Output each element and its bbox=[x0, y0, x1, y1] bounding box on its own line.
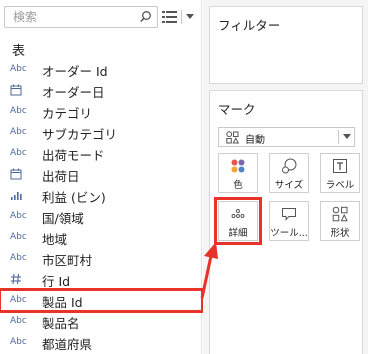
string-type-icon: Abc bbox=[10, 337, 27, 347]
toolbar-separator bbox=[181, 10, 182, 24]
string-type-icon: Abc bbox=[10, 232, 27, 242]
field-list: Abc オーダー Id オーダー日 Abc カテゴリ Abc サブカテゴリ Ab… bbox=[0, 59, 204, 353]
calendar-icon bbox=[10, 84, 34, 97]
text-label-icon bbox=[333, 159, 347, 173]
search-box[interactable] bbox=[4, 6, 158, 28]
mark-type-select[interactable]: 自動 bbox=[218, 127, 355, 147]
field-item[interactable]: オーダー日 bbox=[0, 80, 202, 101]
shape-button[interactable]: 形状 bbox=[320, 201, 360, 241]
field-label: 都道府県 bbox=[42, 337, 93, 352]
mark-type-label: 自動 bbox=[245, 135, 265, 146]
string-type-icon: Abc bbox=[10, 316, 27, 326]
string-type-icon: Abc bbox=[10, 295, 27, 305]
field-label: 市区町村 bbox=[42, 253, 93, 268]
search-row bbox=[4, 6, 198, 28]
string-type-icon: Abc bbox=[10, 106, 27, 116]
string-type-icon: Abc bbox=[10, 127, 27, 137]
tooltip-button-label: ツール... bbox=[270, 228, 308, 239]
field-label: オーダー日 bbox=[42, 85, 105, 100]
string-type-icon: Abc bbox=[10, 64, 27, 74]
field-label: 出荷日 bbox=[42, 169, 80, 184]
color-button[interactable]: 色 bbox=[218, 153, 258, 193]
detail-dots-icon bbox=[231, 209, 245, 218]
label-button[interactable]: ラベル bbox=[320, 153, 360, 193]
field-item[interactable]: Abc 市区町村 bbox=[0, 248, 202, 269]
table-section-title: 表 bbox=[12, 44, 26, 59]
cards-pane: フィルター マーク 自動 色 サイズ ラベル 詳細 ツール... 形状 bbox=[203, 0, 368, 354]
tooltip-bubble-icon bbox=[282, 208, 296, 221]
marks-card-title: マーク bbox=[218, 102, 256, 117]
field-item[interactable]: Abc オーダー Id bbox=[0, 59, 202, 80]
list-view-icon[interactable] bbox=[162, 10, 178, 24]
search-input[interactable] bbox=[13, 9, 133, 25]
field-label: 利益 (ビン) bbox=[42, 190, 106, 205]
field-item[interactable]: Abc 出荷モード bbox=[0, 143, 202, 164]
size-button[interactable]: サイズ bbox=[269, 153, 309, 193]
data-pane: 表 Abc オーダー Id オーダー日 Abc カテゴリ Abc サブカテゴリ … bbox=[0, 0, 204, 354]
field-item[interactable]: 利益 (ビン) bbox=[0, 185, 202, 206]
bin-histogram-icon bbox=[10, 189, 34, 202]
field-item-highlighted[interactable]: Abc 製品 Id bbox=[0, 288, 204, 313]
field-item[interactable]: Abc サブカテゴリ bbox=[0, 122, 202, 143]
shapes-icon bbox=[332, 206, 348, 222]
select-separator bbox=[338, 130, 339, 144]
filters-card[interactable]: フィルター bbox=[209, 6, 363, 84]
string-type-icon: Abc bbox=[10, 211, 27, 221]
color-button-label: 色 bbox=[233, 180, 243, 191]
field-label: サブカテゴリ bbox=[42, 127, 118, 142]
field-label: 製品 Id bbox=[42, 295, 83, 310]
field-label: 国/領域 bbox=[42, 211, 84, 226]
field-item[interactable]: 出荷日 bbox=[0, 164, 202, 185]
chevron-down-icon bbox=[343, 134, 351, 139]
field-item[interactable]: Abc 都道府県 bbox=[0, 332, 202, 353]
calendar-icon bbox=[10, 168, 34, 181]
string-type-icon: Abc bbox=[10, 148, 27, 158]
field-label: 出荷モード bbox=[42, 148, 105, 163]
field-item[interactable]: Abc 地域 bbox=[0, 227, 202, 248]
field-label: 製品名 bbox=[42, 316, 80, 331]
field-item[interactable]: 行 Id bbox=[0, 269, 202, 290]
label-button-label: ラベル bbox=[325, 180, 355, 191]
shape-button-label: 形状 bbox=[330, 228, 350, 239]
size-button-label: サイズ bbox=[274, 180, 304, 191]
color-palette-icon bbox=[231, 159, 245, 173]
field-label: 行 Id bbox=[42, 274, 71, 289]
hash-icon bbox=[10, 273, 34, 286]
field-item[interactable]: Abc 製品名 bbox=[0, 311, 202, 332]
size-circles-icon bbox=[282, 158, 297, 174]
field-item[interactable]: Abc 国/領域 bbox=[0, 206, 202, 227]
tooltip-button[interactable]: ツール... bbox=[269, 201, 309, 241]
marks-card: マーク 自動 色 サイズ ラベル 詳細 ツール... 形状 bbox=[209, 90, 363, 354]
field-label: カテゴリ bbox=[42, 106, 93, 121]
field-label: オーダー Id bbox=[42, 64, 108, 79]
string-type-icon: Abc bbox=[10, 253, 27, 263]
field-item[interactable]: Abc カテゴリ bbox=[0, 101, 202, 122]
field-label: 地域 bbox=[42, 232, 68, 247]
shapes-icon bbox=[226, 131, 239, 144]
search-icon[interactable] bbox=[139, 10, 153, 24]
chevron-down-icon[interactable] bbox=[185, 13, 195, 21]
detail-button[interactable]: 詳細 bbox=[214, 197, 262, 245]
detail-button-label: 詳細 bbox=[228, 228, 248, 239]
filters-card-title: フィルター bbox=[218, 18, 281, 33]
